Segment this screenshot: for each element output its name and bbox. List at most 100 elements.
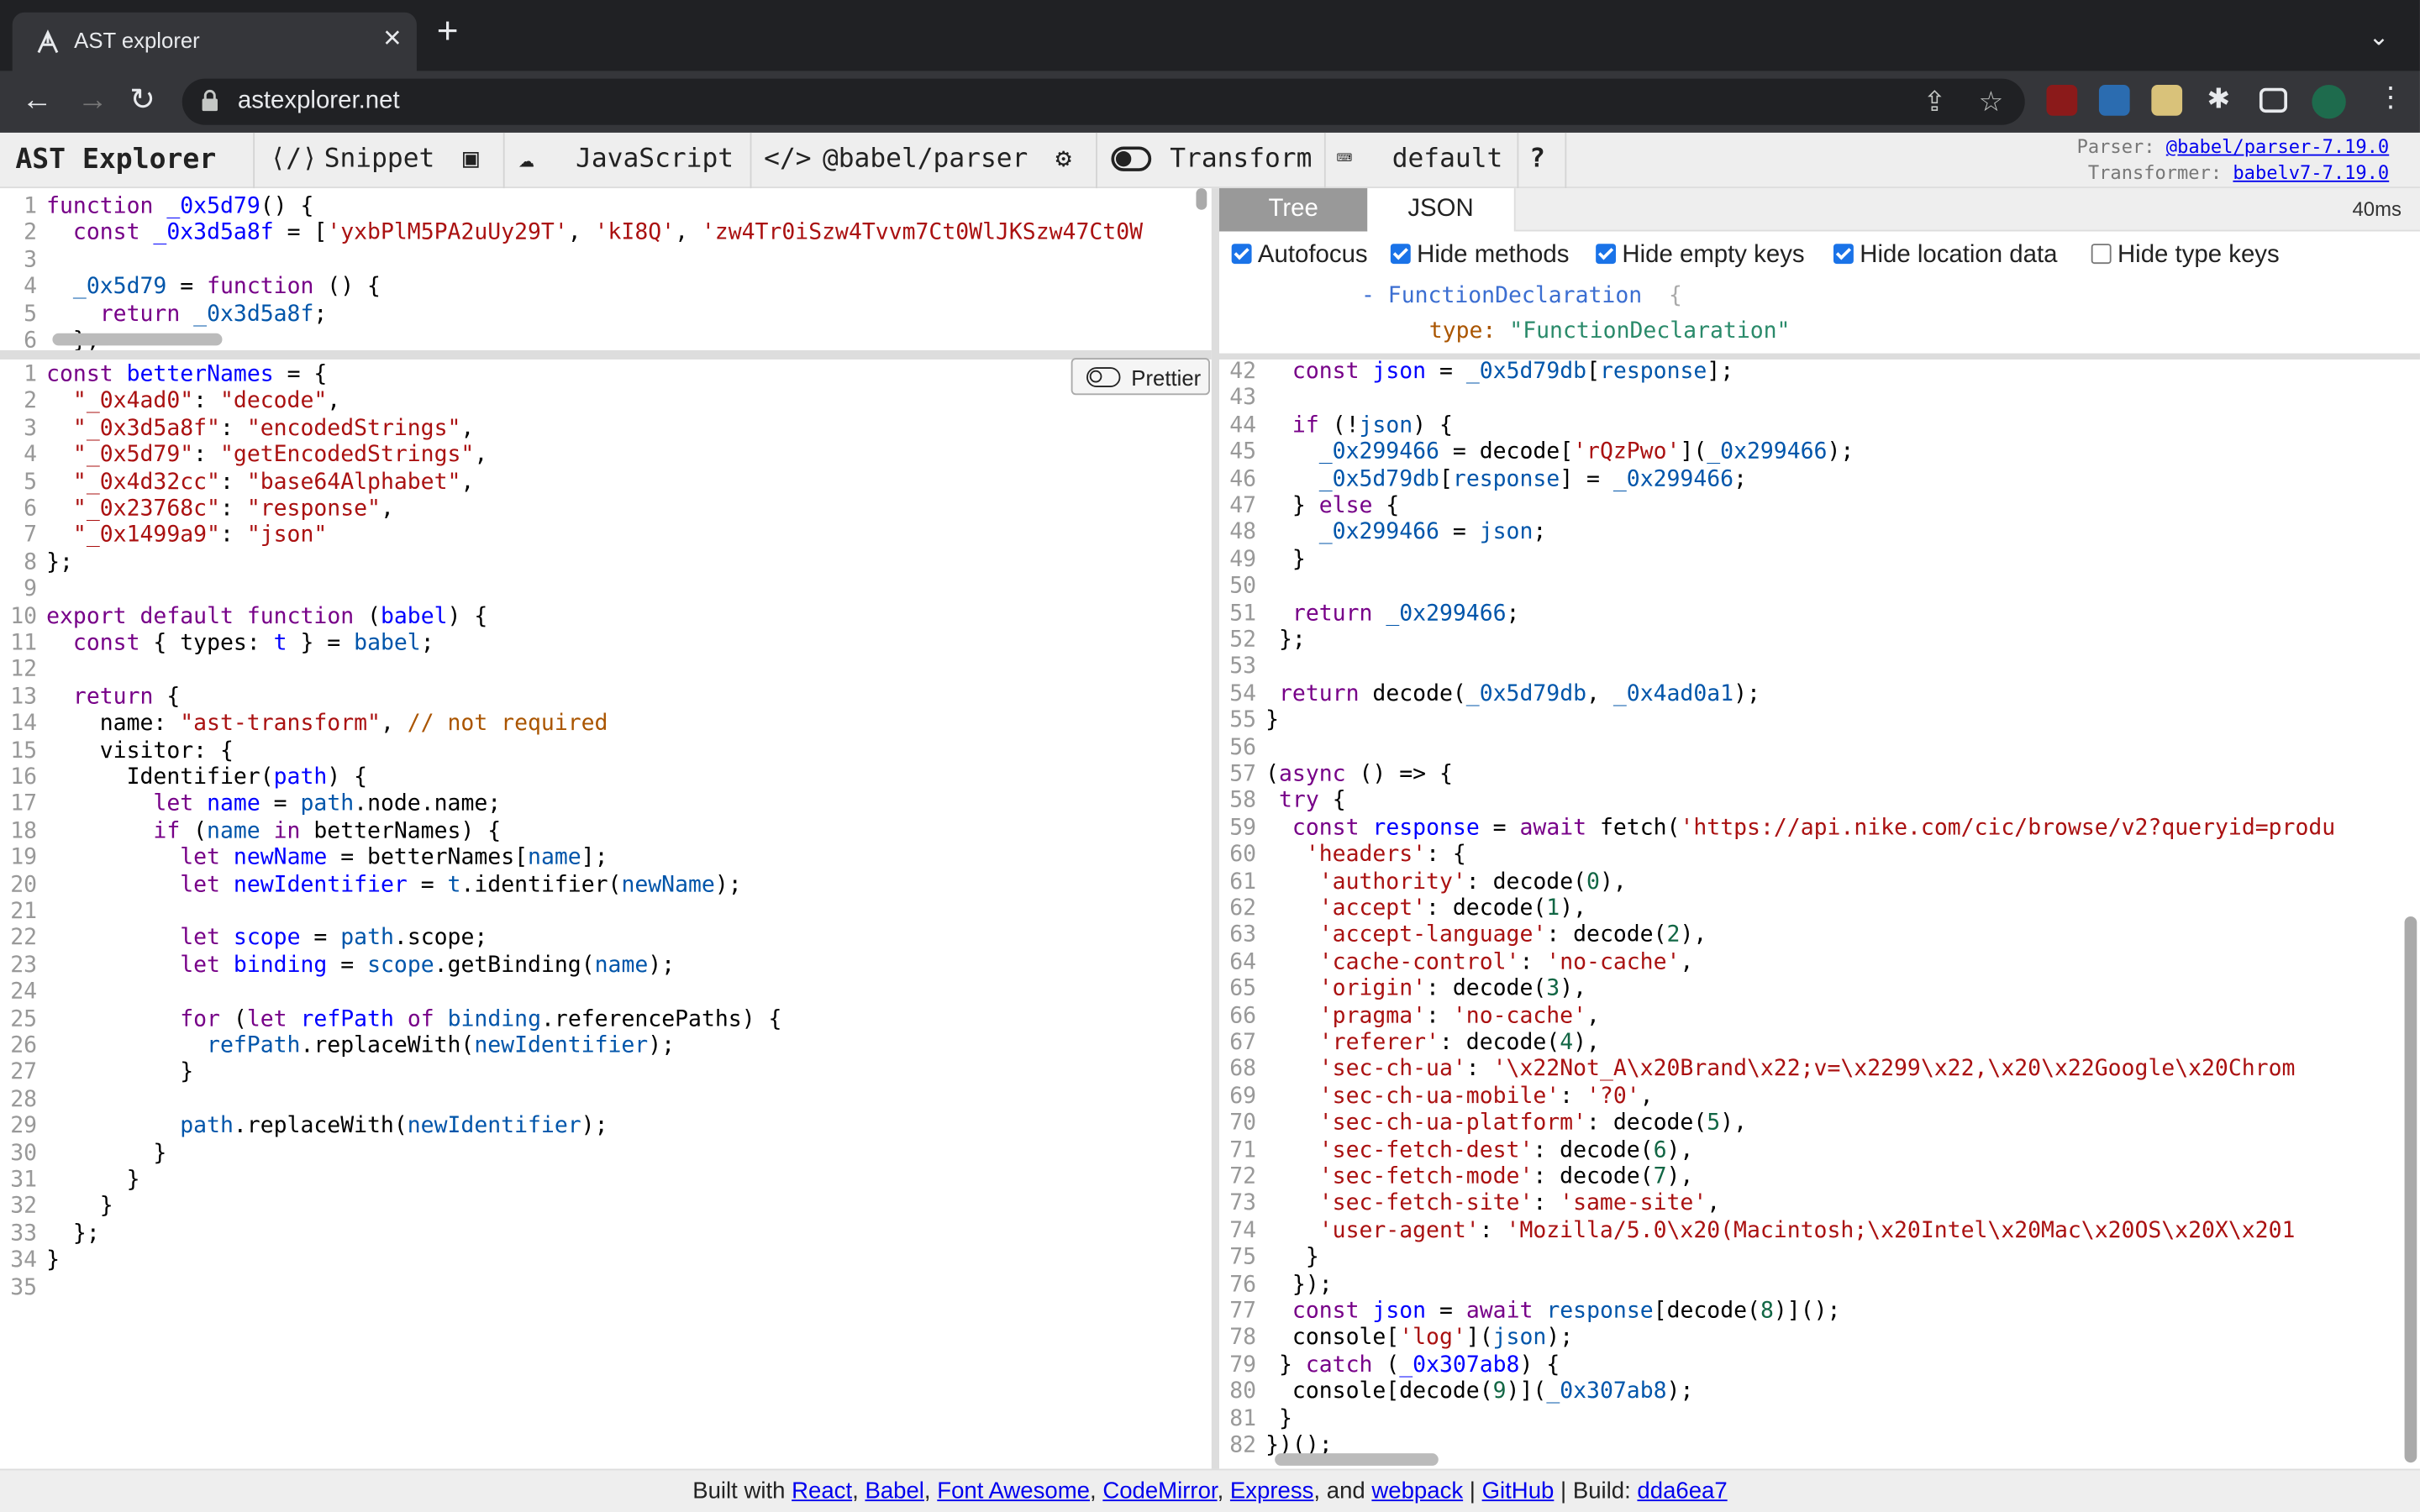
code-line[interactable]: 45 _0x299466 = decode['rQzPwo'](_0x29946… (1219, 440, 1854, 467)
code-line[interactable]: 69 'sec-ch-ua-mobile': '?0', (1219, 1084, 1653, 1111)
source-editor-horizontal-scrollbar[interactable] (52, 333, 223, 346)
code-line[interactable]: 17 let name = path.node.name; (0, 792, 501, 819)
code-line[interactable]: 51 return _0x299466; (1219, 601, 1519, 628)
code-line[interactable]: 60 'headers': { (1219, 843, 1466, 869)
code-line[interactable]: 80 console[decode(9)](_0x307ab8); (1219, 1379, 1693, 1406)
code-line[interactable]: 28 (0, 1088, 46, 1115)
code-line[interactable]: 16 Identifier(path) { (0, 765, 367, 792)
font-awesome-link[interactable]: Font Awesome (937, 1478, 1090, 1504)
code-line[interactable]: 81 } (1219, 1406, 1292, 1433)
code-line[interactable]: 14 name: "ast-transform", // not require… (0, 711, 608, 738)
code-line[interactable]: 9 (0, 577, 46, 604)
code-line[interactable]: 4 _0x5d79 = function () { (0, 275, 381, 302)
tab-json[interactable]: JSON (1367, 188, 1516, 232)
option-hide-empty-keys[interactable]: Hide empty keys (1596, 242, 1805, 270)
option-autofocus[interactable]: Autofocus (1231, 242, 1368, 270)
code-line[interactable]: 24 (0, 980, 46, 1007)
code-line[interactable]: 47 } else { (1219, 494, 1399, 521)
reload-icon[interactable]: ↻ (129, 81, 155, 118)
code-line[interactable]: 5 "_0x4d32cc": "base64Alphabet", (0, 470, 474, 496)
code-line[interactable]: 29 path.replaceWith(newIdentifier); (0, 1114, 608, 1141)
output-vertical-scrollbar[interactable] (2404, 916, 2417, 1463)
code-line[interactable]: 72 'sec-fetch-mode': decode(7), (1219, 1165, 1693, 1192)
code-line[interactable]: 63 'accept-language': decode(2), (1219, 923, 1707, 950)
code-line[interactable]: 57 (async () => { (1219, 762, 1453, 789)
keymap-button[interactable]: default (1392, 144, 1503, 175)
code-line[interactable]: 35 (0, 1275, 46, 1302)
ublock-extension-icon[interactable] (2046, 85, 2078, 116)
side-panel-icon[interactable] (2259, 87, 2287, 113)
checkbox-checked-icon[interactable] (1390, 244, 1411, 265)
code-line[interactable]: 5 return _0x3d5a8f; (0, 302, 327, 328)
code-line[interactable]: 13 return { (0, 685, 180, 711)
new-tab-icon[interactable]: + (437, 13, 459, 50)
code-line[interactable]: 3 (0, 248, 46, 275)
code-line[interactable]: 64 'cache-control': 'no-cache', (1219, 950, 1693, 977)
codemirror-link[interactable]: CodeMirror (1102, 1478, 1217, 1504)
source-editor-vertical-scrollbar[interactable] (1196, 188, 1207, 210)
code-line[interactable]: 71 'sec-fetch-dest': decode(6), (1219, 1138, 1693, 1165)
snippet-button[interactable]: Snippet (324, 144, 435, 175)
checkbox-checked-icon[interactable] (1231, 244, 1252, 265)
checkbox-unchecked-icon[interactable] (2091, 244, 2112, 265)
source-editor[interactable]: 1 function _0x5d79() {2 const _0x3d5a8f =… (0, 188, 1212, 350)
code-line[interactable]: 56 (1219, 735, 1265, 762)
code-line[interactable]: 73 'sec-fetch-site': 'same-site', (1219, 1192, 1720, 1219)
help-button[interactable]: ? (1529, 144, 1545, 175)
parser-version-link[interactable]: @babel/parser-7.19.0 (2166, 136, 2389, 158)
language-cloud-icon[interactable]: ☁ (518, 144, 534, 175)
code-line[interactable]: 32 } (0, 1194, 113, 1221)
code-line[interactable]: 50 (1219, 575, 1265, 601)
profile-avatar[interactable] (2312, 85, 2346, 119)
transform-button[interactable]: Transform (1170, 144, 1312, 175)
code-line[interactable]: 18 if (name in betterNames) { (0, 819, 501, 846)
code-line[interactable]: 49 } (1219, 548, 1306, 575)
tab-tree[interactable]: Tree (1218, 188, 1368, 232)
code-line[interactable]: 23 let binding = scope.getBinding(name); (0, 953, 675, 980)
language-button[interactable]: JavaScript (576, 144, 734, 175)
code-line[interactable]: 67 'referer': decode(4), (1219, 1031, 1600, 1058)
code-line[interactable]: 26 refPath.replaceWith(newIdentifier); (0, 1034, 675, 1061)
close-tab-icon[interactable]: × (383, 22, 401, 57)
code-line[interactable]: 53 (1219, 654, 1265, 681)
code-line[interactable]: 6 "_0x23768c": "response", (0, 496, 394, 523)
checkbox-checked-icon[interactable] (1833, 244, 1854, 265)
code-line[interactable]: 8}; (0, 550, 73, 577)
code-line[interactable]: 52 }; (1219, 628, 1306, 655)
babel-link[interactable]: Babel (865, 1478, 923, 1504)
transformer-version-link[interactable]: babelv7-7.19.0 (2233, 162, 2389, 184)
option-hide-methods[interactable]: Hide methods (1390, 242, 1569, 270)
browser-tab[interactable]: AST explorer × (12, 12, 417, 71)
code-line[interactable]: 46 _0x5d79db[response] = _0x299466; (1219, 467, 1747, 494)
code-line[interactable]: 31 } (0, 1168, 139, 1194)
parser-settings-gear-icon[interactable]: ⚙ (1055, 144, 1071, 175)
transform-output-editor[interactable]: 42 const json = _0x5d79db[response]; 43 44… (1219, 360, 2407, 1469)
code-line[interactable]: 77 const json = await response[decode(8)… (1219, 1299, 1840, 1326)
code-line[interactable]: 62 'accept': decode(1), (1219, 896, 1586, 923)
code-line[interactable]: 2 "_0x4ad0": "decode", (0, 390, 340, 417)
code-line[interactable]: 74 'user-agent': 'Mozilla/5.0\x20(Macint… (1219, 1219, 2295, 1246)
code-line[interactable]: 54 return decode(_0x5d79db, _0x4ad0a1); (1219, 681, 1760, 708)
option-hide-location-data[interactable]: Hide location data (1833, 242, 2057, 270)
code-line[interactable]: 68 'sec-ch-ua': '\x22Not_A\x20Brand\x22;… (1219, 1058, 2295, 1084)
code-line[interactable]: 11 const { types: t } = babel; (0, 631, 434, 658)
code-line[interactable]: 15 visitor: { (0, 738, 234, 765)
code-line[interactable]: 42 const json = _0x5d79db[response]; (1219, 360, 1733, 386)
code-line[interactable]: 78 console['log'](json); (1219, 1326, 1573, 1352)
transform-toggle[interactable] (1111, 146, 1152, 171)
code-line[interactable]: 75 } (1219, 1246, 1318, 1273)
color-extension-icon[interactable] (2151, 85, 2183, 116)
transform-editor[interactable]: 1 const betterNames = {2 "_0x4ad0": "deco… (0, 360, 1212, 1469)
code-line[interactable]: 66 'pragma': 'no-cache', (1219, 1004, 1600, 1031)
code-line[interactable]: 21 (0, 900, 46, 927)
code-line[interactable]: 10 export default function (babel) { (0, 604, 487, 631)
code-line[interactable]: 79 } catch (_0x307ab8) { (1219, 1352, 1560, 1379)
build-hash-link[interactable]: dda6ea7 (1637, 1478, 1727, 1504)
code-line[interactable]: 48 _0x299466 = json; (1219, 521, 1546, 548)
code-icon[interactable]: </> (764, 144, 811, 175)
code-line[interactable]: 12 (0, 658, 46, 685)
code-line[interactable]: 76 }); (1219, 1273, 1332, 1299)
save-icon[interactable]: ▣ (463, 144, 479, 175)
code-line[interactable]: 65 'origin': decode(3), (1219, 977, 1586, 1004)
code-line[interactable]: 43 (1219, 386, 1265, 413)
